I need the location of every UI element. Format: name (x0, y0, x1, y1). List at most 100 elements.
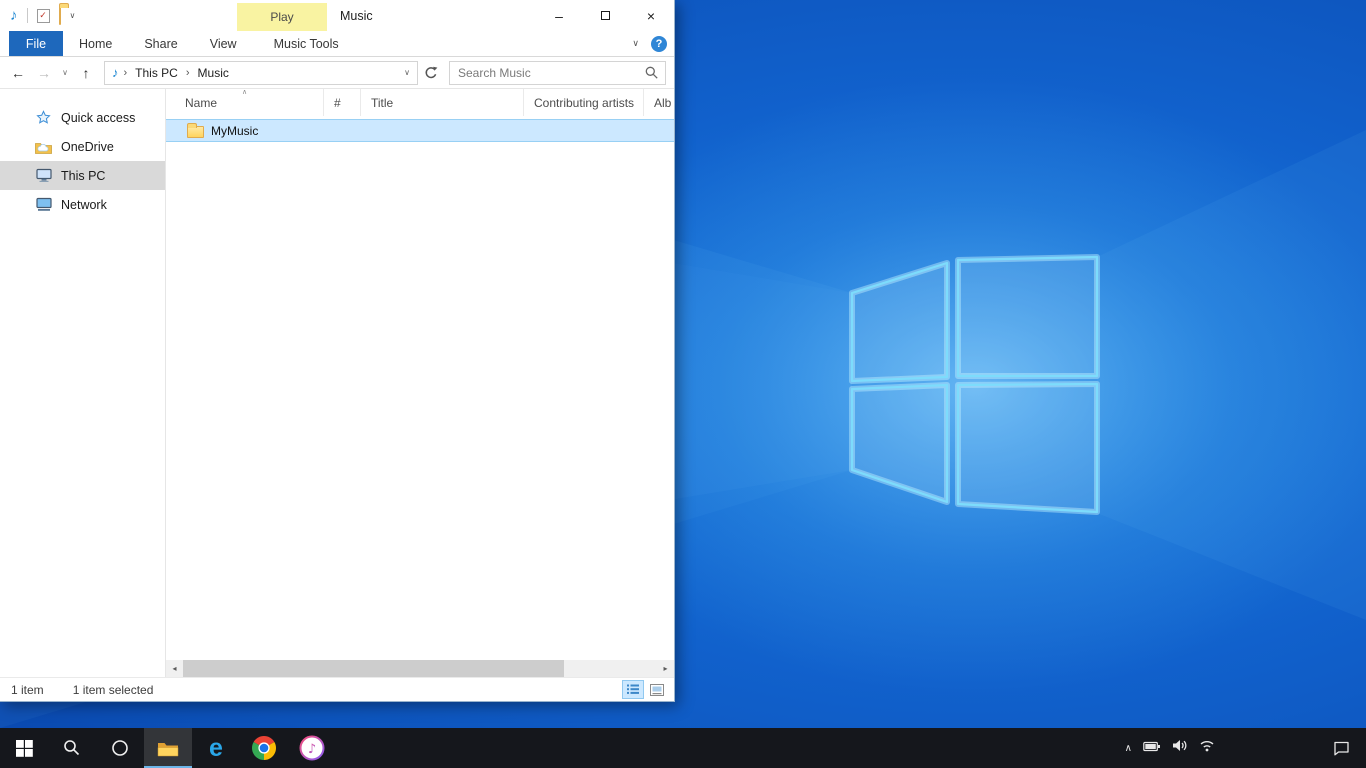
location-music-icon: ♪ (112, 65, 119, 80)
sidebar-item-label: This PC (61, 169, 105, 183)
file-explorer-icon (157, 740, 179, 757)
taskbar-file-explorer-button[interactable] (144, 728, 192, 768)
column-header-contributing-artists[interactable]: Contributing artists (524, 89, 644, 116)
collapse-ribbon-chevron-icon[interactable]: ∨ (632, 38, 639, 49)
up-button[interactable]: ↑ (74, 61, 98, 85)
breadcrumb-this-pc[interactable]: This PC (132, 66, 181, 80)
breadcrumb-chevron-icon[interactable]: › (186, 67, 190, 79)
taskbar-chrome-button[interactable] (240, 728, 288, 768)
file-row-mymusic[interactable]: MyMusic (166, 119, 674, 142)
taskbar-edge-button[interactable]: e (192, 728, 240, 768)
large-icons-view-button[interactable] (646, 680, 668, 699)
navigation-pane: Quick access OneDrive (0, 89, 166, 677)
caption-buttons: – × (536, 0, 674, 31)
start-button[interactable] (0, 728, 48, 768)
close-button[interactable]: × (628, 0, 674, 31)
customize-toolbar-chevron-icon[interactable]: ∨ (70, 11, 76, 20)
tab-share[interactable]: Share (128, 31, 193, 56)
breadcrumb-chevron-icon[interactable]: › (124, 67, 128, 79)
column-header-label: Name (185, 96, 217, 110)
column-header-label: Alb (654, 96, 671, 110)
column-header-label: # (334, 96, 341, 110)
column-header-title[interactable]: Title (361, 89, 524, 116)
column-headers: ∧ Name # Title Contributing artists Alb (166, 89, 674, 116)
refresh-button[interactable] (420, 61, 442, 85)
svg-text:♪: ♪ (308, 742, 316, 757)
taskbar-search-button[interactable] (48, 728, 96, 768)
tab-home[interactable]: Home (63, 31, 128, 56)
file-explorer-window: ♪ ✓ ∨ Play Music – × File Home Share Vie… (0, 0, 675, 702)
tab-music-tools[interactable]: Music Tools (260, 31, 353, 56)
action-center-button[interactable] (1333, 728, 1350, 768)
large-icons-view-icon (650, 684, 664, 696)
computer-icon (35, 168, 52, 183)
refresh-icon (424, 66, 438, 80)
star-icon (35, 110, 52, 125)
battery-icon[interactable] (1143, 739, 1161, 757)
folder-icon (187, 126, 204, 138)
desktop: ♪ ✓ ∨ Play Music – × File Home Share Vie… (0, 0, 1366, 728)
volume-icon[interactable] (1172, 739, 1188, 757)
minimize-button[interactable]: – (536, 0, 582, 31)
cortana-icon (111, 739, 129, 757)
search-input[interactable] (450, 62, 645, 84)
recent-locations-chevron-icon[interactable]: ∨ (58, 61, 72, 85)
maximize-button[interactable] (582, 0, 628, 31)
folder-glyph (59, 6, 61, 25)
column-header-label: Title (371, 96, 393, 110)
scroll-right-arrow[interactable]: ▸ (657, 660, 674, 677)
scroll-left-arrow[interactable]: ◂ (166, 660, 183, 677)
network-wifi-icon[interactable] (1199, 739, 1215, 757)
back-button[interactable]: ← (6, 61, 30, 85)
sidebar-item-label: Quick access (61, 111, 135, 125)
main-area: Quick access OneDrive (0, 89, 674, 677)
scrollbar-thumb[interactable] (183, 660, 564, 677)
windows-logo-icon (16, 740, 33, 757)
sidebar-item-quick-access[interactable]: Quick access (0, 103, 165, 132)
selected-count: 1 item selected (73, 683, 154, 697)
system-tray: ∧ (1125, 728, 1215, 768)
itunes-music-icon: ♪ (299, 735, 325, 761)
breadcrumb-music[interactable]: Music (195, 66, 232, 80)
new-folder-icon[interactable] (59, 7, 61, 25)
ribbon-right-controls: ∨ ? (632, 31, 674, 56)
help-button[interactable]: ? (651, 36, 667, 52)
tab-view[interactable]: View (194, 31, 253, 56)
music-note-app-icon[interactable]: ♪ (10, 8, 18, 23)
hidden-icons-chevron-icon[interactable]: ∧ (1125, 743, 1132, 754)
status-bar: 1 item 1 item selected (0, 677, 674, 701)
title-bar[interactable]: ♪ ✓ ∨ Play Music – × (0, 0, 674, 31)
details-view-button[interactable] (622, 680, 644, 699)
file-list-pane: ∧ Name # Title Contributing artists Alb (166, 89, 674, 677)
search-icon[interactable] (645, 66, 658, 79)
contextual-tab-group-play: Play (237, 3, 327, 31)
quick-access-toolbar: ♪ ✓ ∨ (10, 0, 75, 31)
sidebar-item-label: OneDrive (61, 140, 114, 154)
column-header-number[interactable]: # (324, 89, 361, 116)
file-name: MyMusic (211, 124, 258, 138)
forward-button[interactable]: → (32, 61, 56, 85)
onedrive-folder-icon (35, 140, 52, 154)
address-dropdown-chevron-icon[interactable]: ∨ (399, 68, 415, 77)
column-header-album[interactable]: Alb (644, 89, 674, 116)
maximize-icon (601, 11, 610, 20)
sidebar-item-this-pc[interactable]: This PC (0, 161, 165, 190)
chrome-icon (251, 735, 277, 761)
file-list[interactable]: MyMusic (166, 116, 674, 660)
sort-ascending-icon: ∧ (242, 89, 247, 97)
search-box (449, 61, 666, 85)
items-count: 1 item (11, 683, 44, 697)
edge-icon: e (209, 736, 223, 761)
view-toggles (622, 680, 668, 699)
sidebar-item-onedrive[interactable]: OneDrive (0, 132, 165, 161)
address-bar[interactable]: ♪ › This PC › Music ∨ (104, 61, 418, 85)
properties-icon[interactable]: ✓ (37, 9, 50, 23)
tab-file[interactable]: File (9, 31, 63, 56)
search-icon (63, 739, 81, 757)
sidebar-item-network[interactable]: Network (0, 190, 165, 219)
horizontal-scrollbar[interactable]: ◂ ▸ (166, 660, 674, 677)
cortana-button[interactable] (96, 728, 144, 768)
scrollbar-track[interactable] (183, 660, 657, 677)
taskbar-itunes-button[interactable]: ♪ (288, 728, 336, 768)
column-header-name[interactable]: ∧ Name (166, 89, 324, 116)
